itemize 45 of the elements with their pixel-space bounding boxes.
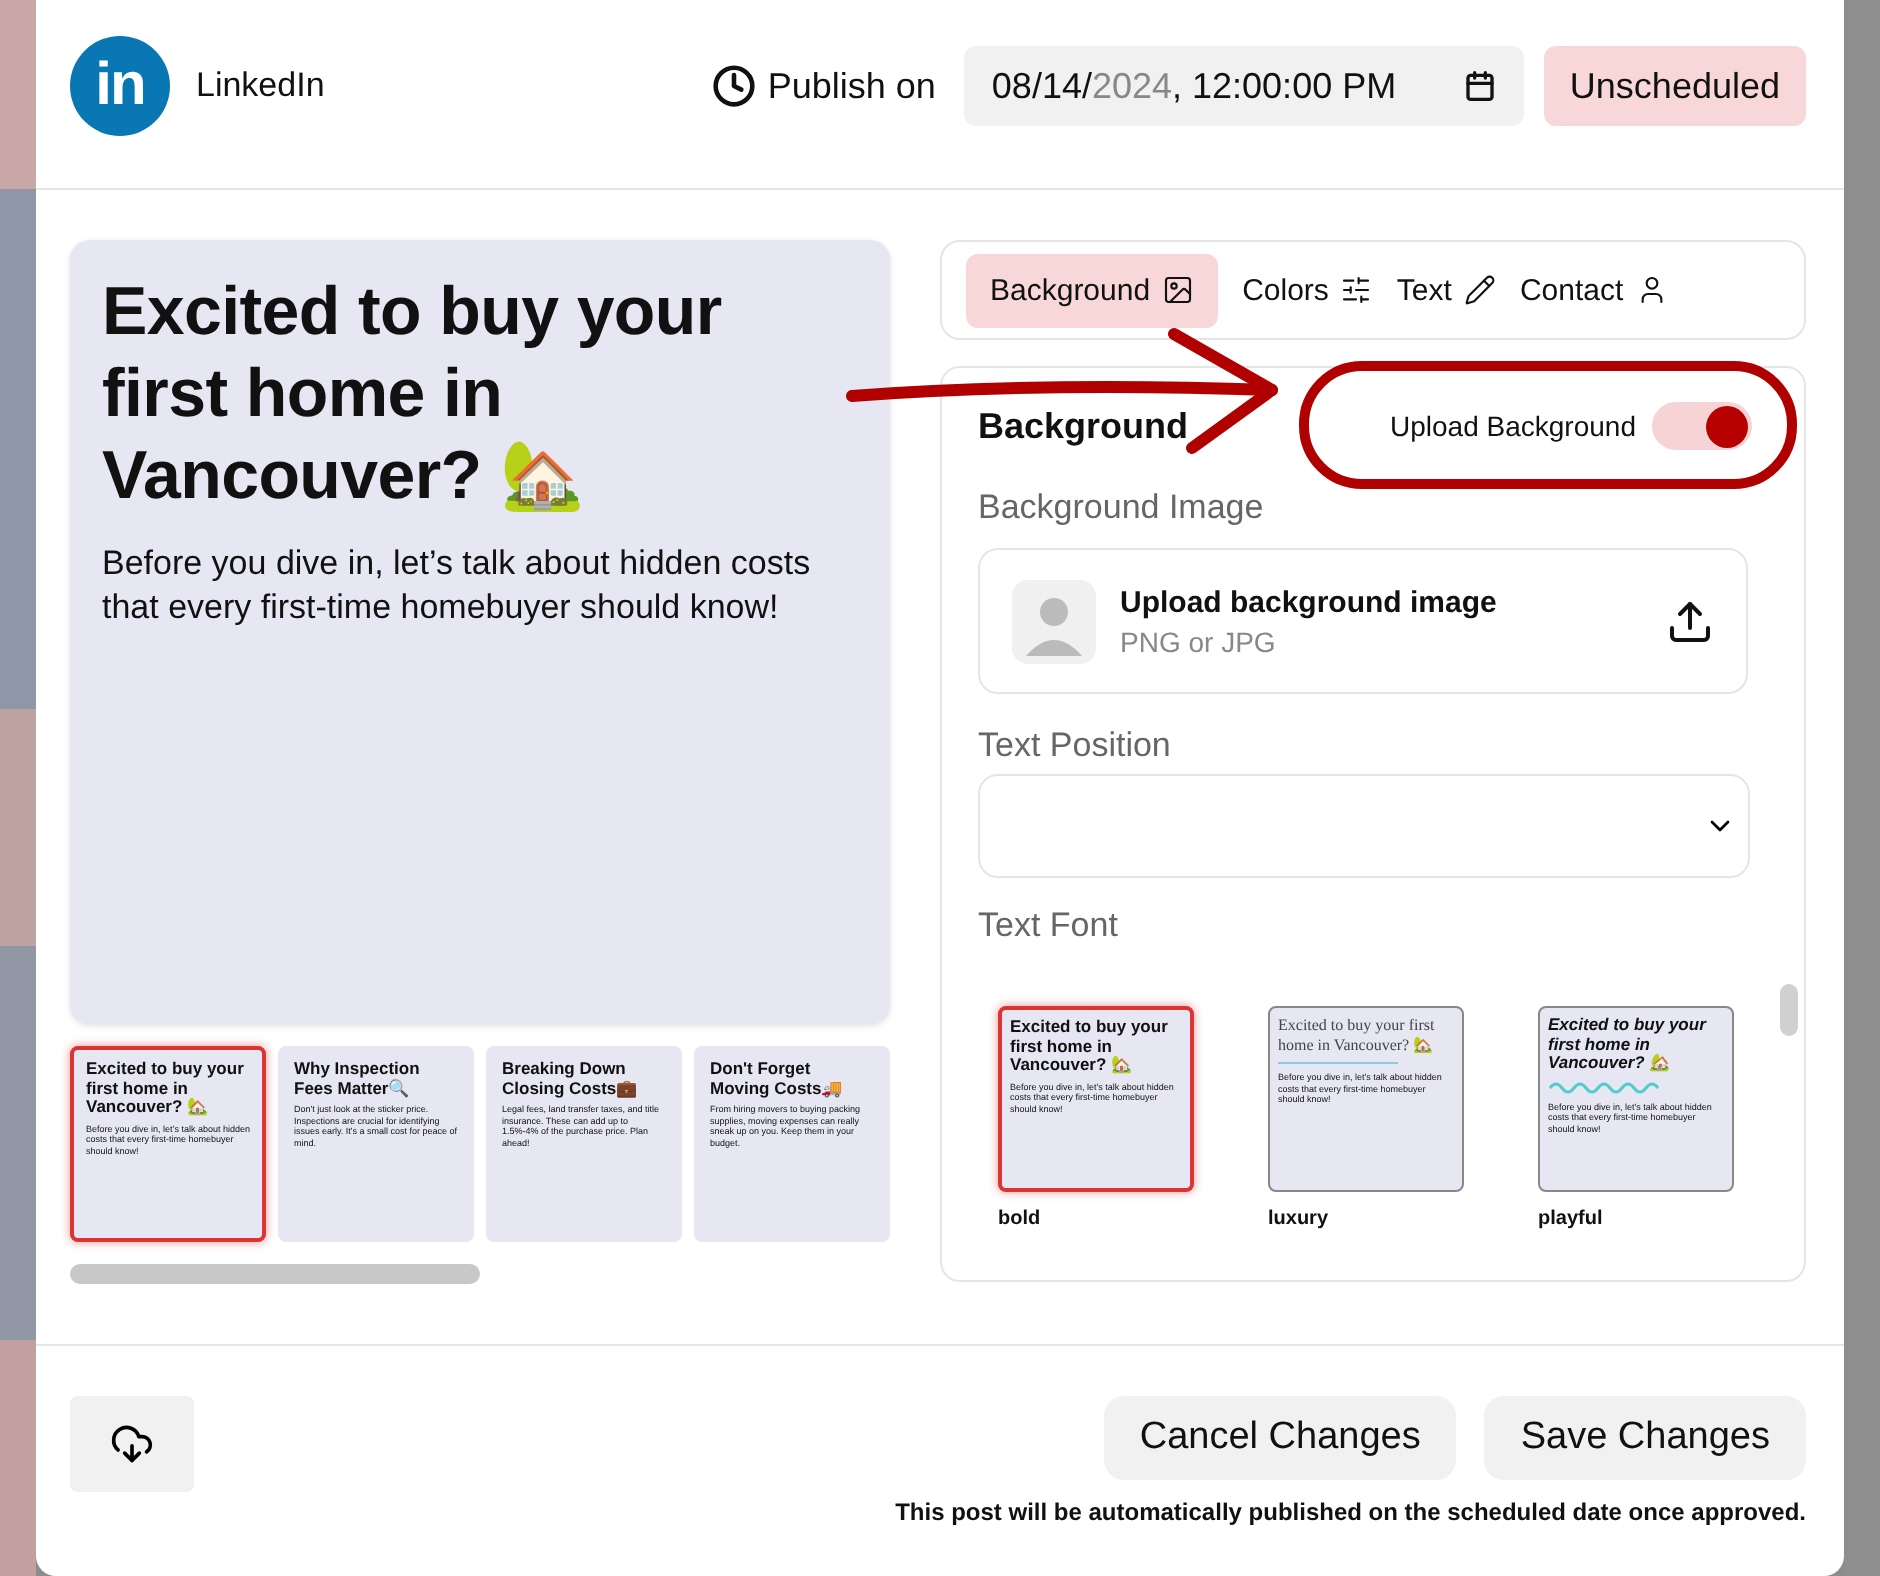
preview-title: Excited to buy your first home in Vancouver? 🏡 bbox=[102, 272, 724, 518]
save-button[interactable]: Save Changes bbox=[1484, 1396, 1806, 1480]
slide-title: Don't Forget Moving Costs🚚 bbox=[710, 1060, 846, 1098]
cancel-button[interactable]: Cancel Changes bbox=[1103, 1396, 1457, 1480]
field-label: Text Position bbox=[978, 726, 1173, 766]
publish-label: Publish on bbox=[767, 65, 936, 107]
date-time-field[interactable]: 08/14/2024, 12:00:00 PM bbox=[963, 46, 1524, 126]
cloud-download-icon bbox=[110, 1422, 154, 1466]
slide-title: Breaking Down Closing Costs💼 bbox=[502, 1060, 641, 1098]
avatar-placeholder-icon bbox=[1012, 579, 1096, 663]
font-sample-title: Excited to buy your first home in Vancouver? 🏡 bbox=[1548, 1016, 1709, 1073]
toggle-switch[interactable] bbox=[1652, 402, 1752, 450]
field-label: Background Image bbox=[978, 488, 1266, 528]
tab[interactable]: Contact bbox=[1519, 253, 1668, 327]
font-sample-title: Excited to buy your first home in Vancouver? 🏡 bbox=[1278, 1016, 1437, 1054]
font-name: bold bbox=[998, 1208, 1043, 1230]
tab[interactable]: Background bbox=[966, 253, 1219, 327]
upload-title: Upload background image bbox=[1120, 585, 1499, 619]
upload-area[interactable]: Upload background image PNG or JPG bbox=[978, 548, 1748, 694]
slide-title: Why Inspection Fees Matter🔍 bbox=[294, 1060, 422, 1098]
tab[interactable]: Text bbox=[1396, 253, 1496, 327]
font-name: luxury bbox=[1268, 1208, 1331, 1230]
scrollbar[interactable] bbox=[70, 1264, 480, 1284]
sliders-icon bbox=[1340, 274, 1373, 306]
upload-hint: PNG or JPG bbox=[1120, 625, 1278, 657]
toggle-label: Upload Background bbox=[1390, 410, 1636, 442]
divider-line-icon bbox=[1278, 1060, 1398, 1066]
linkedin-logo: in bbox=[70, 36, 170, 136]
footer-note: This post will be automatically published on the scheduled date once approved. bbox=[895, 1498, 1806, 1526]
download-button[interactable] bbox=[70, 1396, 194, 1492]
calendar-icon[interactable] bbox=[1463, 70, 1496, 102]
slide-title: Excited to buy your first home in Vancouver? 🏡 bbox=[86, 1060, 246, 1117]
image-icon bbox=[1162, 274, 1195, 306]
pencil-icon bbox=[1463, 274, 1496, 306]
platform-name: LinkedIn bbox=[196, 66, 327, 106]
status-button[interactable]: Unscheduled bbox=[1543, 46, 1806, 126]
clock-icon bbox=[711, 64, 756, 108]
field-label: Text Font bbox=[978, 906, 1120, 946]
preview-body: Before you dive in, let’s talk about hidden costs that every first-time homebuyer should know! bbox=[102, 542, 813, 630]
font-name: playful bbox=[1538, 1208, 1605, 1230]
font-sample-title: Excited to buy your first home in Vancouver? 🏡 bbox=[1010, 1018, 1170, 1075]
upload-icon[interactable] bbox=[1666, 597, 1714, 645]
tab[interactable]: Colors bbox=[1242, 253, 1373, 327]
scrollbar[interactable] bbox=[1780, 984, 1798, 1036]
section-title: Background bbox=[978, 405, 1189, 447]
